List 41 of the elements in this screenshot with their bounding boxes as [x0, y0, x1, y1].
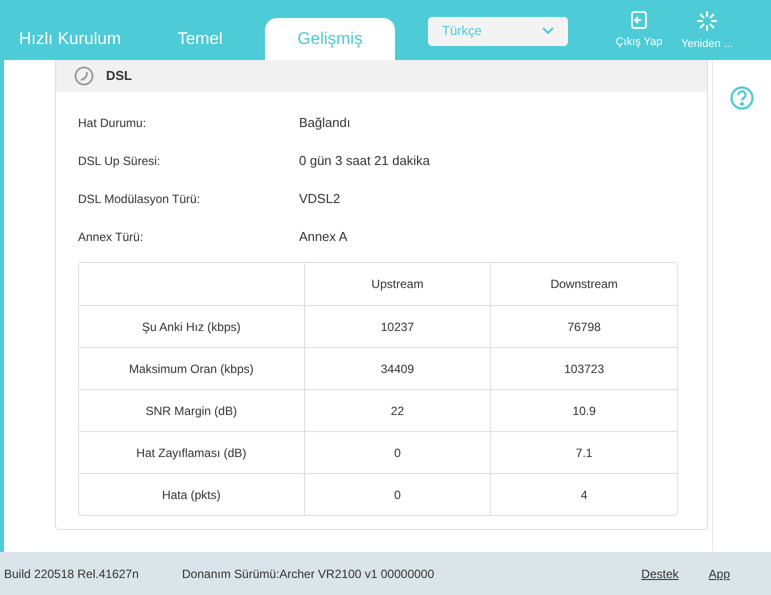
logout-icon	[629, 10, 649, 30]
row-label: SNR Margin (dB)	[79, 389, 304, 431]
table-cell: 76798	[490, 305, 677, 347]
table-cell: 0	[304, 431, 490, 473]
section-title: DSL	[106, 67, 132, 86]
field-label: DSL Up Süresi:	[78, 153, 162, 170]
field-value: VDSL2	[299, 190, 340, 208]
field-label: DSL Modülasyon Türü:	[78, 191, 202, 208]
field-label: Hat Durumu:	[78, 115, 148, 132]
row-label: Hata (pkts)	[79, 473, 304, 515]
row-label: Hat Zayıflaması (dB)	[79, 431, 304, 473]
spinner-icon	[696, 10, 718, 32]
chevron-down-icon	[542, 27, 554, 35]
table-cell: 4	[490, 473, 677, 515]
table-cell: 10.9	[490, 389, 677, 431]
field-value: Bağlandı	[299, 114, 350, 132]
field-value: Annex A	[299, 228, 348, 246]
footer-link[interactable]: App	[708, 564, 730, 582]
field-label: Annex Türü:	[78, 229, 144, 246]
table-cell: 7.1	[490, 431, 677, 473]
build-text: Build 220518 Rel.41627n	[4, 566, 140, 582]
table-cell: 10237	[304, 305, 490, 347]
header-action-button[interactable]: Çıkış Yap	[610, 10, 668, 52]
field-value: 0 gün 3 saat 21 dakika	[299, 152, 430, 170]
nav-tab[interactable]: Hızlı Kurulum	[5, 18, 135, 60]
column-header: Downstream	[490, 263, 677, 305]
help-icon[interactable]	[730, 86, 754, 110]
phone-icon	[74, 66, 94, 86]
header-action-button[interactable]: Yeniden ...	[678, 10, 736, 52]
hardware-text: Donanım Sürümü:Archer VR2100 v1 00000000	[182, 566, 434, 582]
row-label: Maksimum Oran (kbps)	[79, 347, 304, 389]
nav-tab[interactable]: Temel	[135, 18, 265, 60]
row-label: Şu Anki Hız (kbps)	[79, 305, 304, 347]
table-cell: 22	[304, 389, 490, 431]
column-header: Upstream	[304, 263, 490, 305]
table-cell: 34409	[304, 347, 490, 389]
nav-tab[interactable]: Gelişmiş	[265, 18, 395, 60]
table-cell: 103723	[490, 347, 677, 389]
footer-link[interactable]: Destek	[641, 564, 679, 582]
language-select[interactable]: Türkçe	[428, 16, 568, 46]
table-cell: 0	[304, 473, 490, 515]
